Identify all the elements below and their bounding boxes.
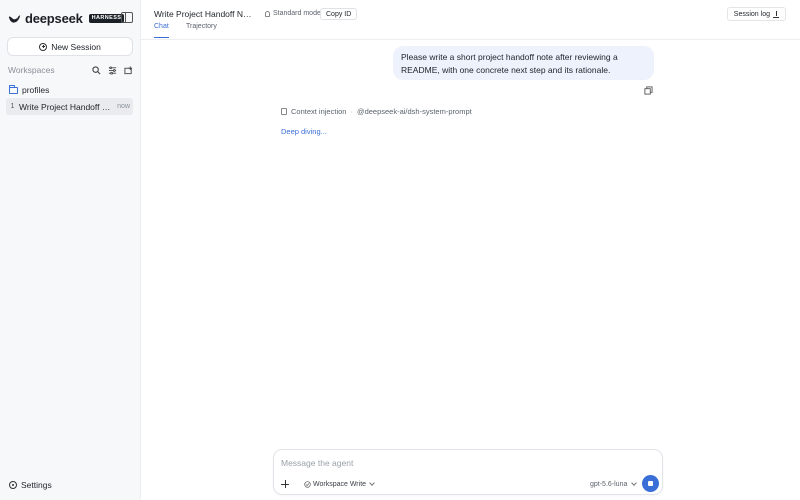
sidebar-toggle-icon[interactable] (121, 12, 133, 23)
context-source: @deepseek-ai/dsh-system-prompt (356, 106, 472, 116)
agent-status: Deep diving... (281, 127, 327, 136)
plus-circle-icon (39, 42, 48, 51)
settings-button[interactable]: Settings (9, 479, 52, 491)
folder-name: profiles (22, 85, 50, 95)
stop-button[interactable] (642, 475, 659, 492)
context-label: Context injection (291, 106, 347, 116)
document-icon (281, 107, 287, 115)
gear-icon (9, 481, 17, 489)
session-title: Write Project Handoff Note with One Next… (19, 101, 113, 112)
composer: Workspace Write gpt-5.6-luna (273, 449, 663, 495)
top-bar: Write Project Handoff Note with One Next… (141, 0, 800, 40)
filter-icon[interactable] (108, 65, 117, 75)
download-icon (773, 10, 779, 18)
mode-indicator[interactable]: Standard mode (265, 10, 321, 17)
whale-logo-icon (8, 14, 21, 23)
workspaces-header: Workspaces (8, 64, 133, 76)
plus-icon[interactable] (281, 480, 289, 488)
copy-icon[interactable] (644, 86, 653, 95)
chevron-down-icon (369, 480, 375, 486)
session-log-button[interactable]: Session log (726, 7, 786, 21)
workspace-folder[interactable]: profiles (9, 84, 49, 96)
copy-id-button[interactable]: Copy ID (320, 8, 358, 20)
new-session-label: New Session (51, 41, 101, 52)
page-title: Write Project Handoff Note with One Next… (154, 9, 256, 19)
brand-badge: HARNESS (88, 13, 125, 23)
context-injection-row[interactable]: Context injection · @deepseek-ai/dsh-sys… (281, 106, 472, 116)
session-list-item[interactable]: 1 Write Project Handoff Note with One Ne… (6, 98, 133, 115)
folder-icon (9, 84, 18, 94)
model-select[interactable]: gpt-5.6-luna (590, 479, 638, 489)
brand-name: deepseek (25, 10, 83, 26)
mode-label: Standard mode (273, 10, 321, 17)
message-input[interactable] (281, 457, 641, 469)
workspaces-title: Workspaces (8, 65, 55, 75)
new-folder-icon[interactable] (124, 65, 133, 75)
separator-dot: · (350, 106, 353, 116)
model-label: gpt-5.6-luna (590, 480, 628, 488)
workspace-mode-label: Workspace Write (313, 480, 367, 488)
tab-trajectory[interactable]: Trajectory (186, 23, 217, 30)
workspace-mode-select[interactable]: Workspace Write (304, 479, 375, 489)
tab-chat[interactable]: Chat (154, 23, 169, 38)
workspace-mode-icon (304, 480, 311, 488)
session-time: now (117, 103, 130, 110)
session-index: 1 (10, 103, 15, 110)
user-message: Please write a short project handoff not… (393, 46, 654, 80)
session-log-label: Session log (733, 10, 770, 18)
chevron-down-icon (631, 480, 638, 486)
settings-label: Settings (21, 480, 52, 490)
lightbulb-icon (265, 10, 270, 17)
brand: deepseek HARNESS (8, 10, 125, 26)
new-session-button[interactable]: New Session (7, 37, 133, 56)
search-icon[interactable] (92, 65, 101, 75)
sidebar: deepseek HARNESS New Session Workspaces … (0, 0, 141, 500)
